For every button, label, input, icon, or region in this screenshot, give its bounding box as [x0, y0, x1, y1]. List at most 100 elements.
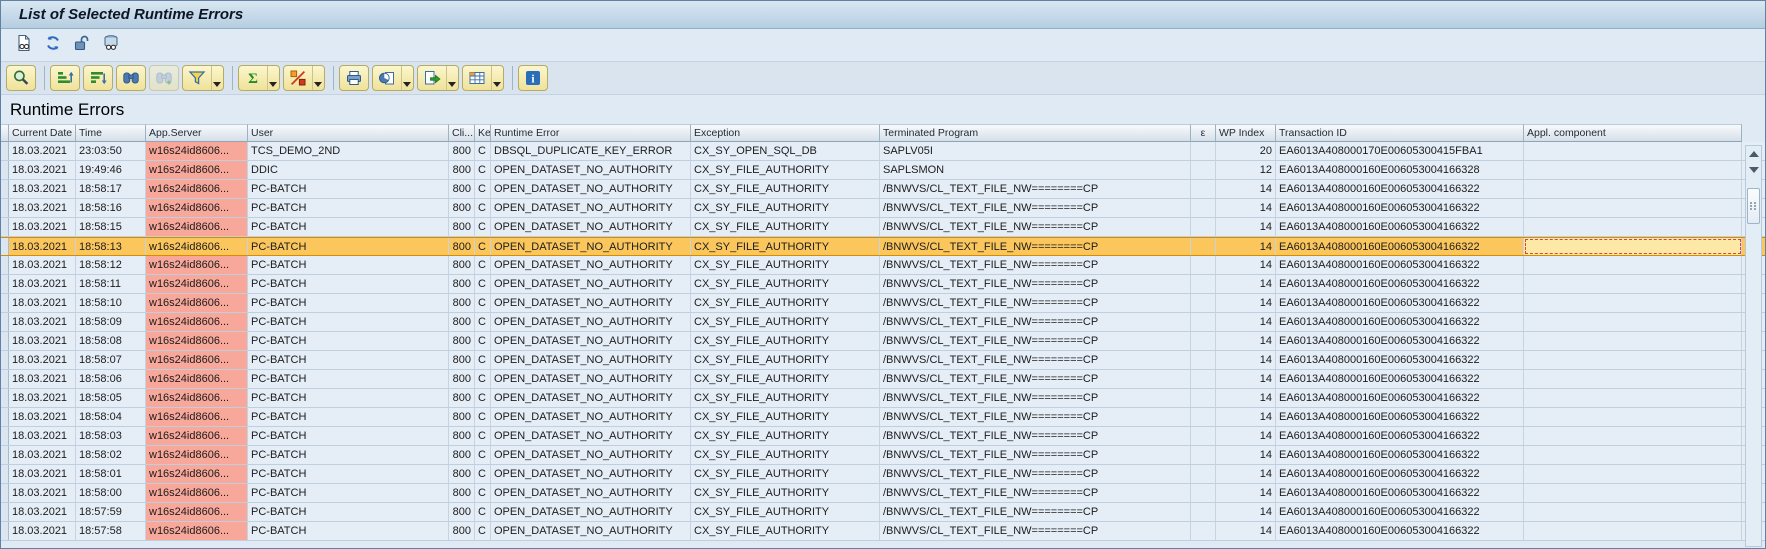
cell-wp[interactable]: 14: [1216, 389, 1276, 407]
views-button[interactable]: [372, 65, 414, 91]
cell-cli[interactable]: 800: [449, 275, 475, 293]
cell-wp[interactable]: 14: [1216, 446, 1276, 464]
column-header-ke[interactable]: Ke: [475, 124, 491, 142]
cell-time[interactable]: 18:58:03: [76, 427, 146, 445]
cell-cli[interactable]: 800: [449, 256, 475, 274]
cell-cli[interactable]: 800: [449, 332, 475, 350]
cell-txid[interactable]: EA6013A408000160E006053004166322: [1276, 465, 1524, 483]
cell-txid[interactable]: EA6013A408000160E006053004166322: [1276, 522, 1524, 540]
cell-wp[interactable]: 14: [1216, 294, 1276, 312]
cell-exception[interactable]: CX_SY_FILE_AUTHORITY: [691, 446, 880, 464]
export-button[interactable]: [417, 65, 459, 91]
row-selector[interactable]: [1, 218, 9, 236]
scroll-up-button[interactable]: [1746, 146, 1761, 162]
cell-error[interactable]: OPEN_DATASET_NO_AUTHORITY: [491, 522, 691, 540]
row-selector[interactable]: [1, 238, 9, 255]
cell-exception[interactable]: CX_SY_FILE_AUTHORITY: [691, 389, 880, 407]
cell-date[interactable]: 18.03.2021: [9, 238, 76, 255]
cell-ke[interactable]: C: [475, 218, 491, 236]
unlock-button[interactable]: [71, 34, 93, 56]
column-header-time[interactable]: Time: [76, 124, 146, 142]
cell-server[interactable]: w16s24id8606...: [146, 218, 248, 236]
cell-server[interactable]: w16s24id8606...: [146, 238, 248, 255]
cell-cli[interactable]: 800: [449, 142, 475, 160]
cell-program[interactable]: /BNWVS/CL_TEXT_FILE_NW========CP: [880, 180, 1191, 198]
cell-wp[interactable]: 14: [1216, 465, 1276, 483]
cell-server[interactable]: w16s24id8606...: [146, 275, 248, 293]
cell-appl[interactable]: [1524, 238, 1742, 255]
cell-user[interactable]: PC-BATCH: [248, 427, 449, 445]
cell-exception[interactable]: CX_SY_FILE_AUTHORITY: [691, 351, 880, 369]
cell-epsilon[interactable]: [1191, 446, 1216, 464]
cell-server[interactable]: w16s24id8606...: [146, 180, 248, 198]
cell-appl[interactable]: [1524, 465, 1742, 483]
cell-time[interactable]: 18:57:59: [76, 503, 146, 521]
cell-date[interactable]: 18.03.2021: [9, 180, 76, 198]
cell-epsilon[interactable]: [1191, 427, 1216, 445]
cell-cli[interactable]: 800: [449, 199, 475, 217]
cell-ke[interactable]: C: [475, 503, 491, 521]
cell-cli[interactable]: 800: [449, 389, 475, 407]
dropdown-arrow-icon[interactable]: [267, 66, 279, 90]
cell-appl[interactable]: [1524, 180, 1742, 198]
cell-server[interactable]: w16s24id8606...: [146, 465, 248, 483]
scrollbar-thumb[interactable]: [1747, 188, 1760, 224]
cell-error[interactable]: OPEN_DATASET_NO_AUTHORITY: [491, 465, 691, 483]
cell-epsilon[interactable]: [1191, 142, 1216, 160]
cell-cli[interactable]: 800: [449, 446, 475, 464]
cell-user[interactable]: PC-BATCH: [248, 370, 449, 388]
cell-appl[interactable]: [1524, 484, 1742, 502]
cell-server[interactable]: w16s24id8606...: [146, 332, 248, 350]
column-header-error[interactable]: Runtime Error: [491, 124, 691, 142]
cell-cli[interactable]: 800: [449, 351, 475, 369]
cell-ke[interactable]: C: [475, 275, 491, 293]
cell-time[interactable]: 18:58:15: [76, 218, 146, 236]
cell-error[interactable]: OPEN_DATASET_NO_AUTHORITY: [491, 332, 691, 350]
cell-error[interactable]: OPEN_DATASET_NO_AUTHORITY: [491, 370, 691, 388]
cell-error[interactable]: OPEN_DATASET_NO_AUTHORITY: [491, 351, 691, 369]
cell-ke[interactable]: C: [475, 199, 491, 217]
cell-error[interactable]: OPEN_DATASET_NO_AUTHORITY: [491, 408, 691, 426]
cell-exception[interactable]: CX_SY_FILE_AUTHORITY: [691, 238, 880, 255]
cell-server[interactable]: w16s24id8606...: [146, 199, 248, 217]
cell-epsilon[interactable]: [1191, 332, 1216, 350]
row-selector[interactable]: [1, 370, 9, 388]
row-selector[interactable]: [1, 446, 9, 464]
cell-epsilon[interactable]: [1191, 238, 1216, 255]
cell-error[interactable]: OPEN_DATASET_NO_AUTHORITY: [491, 427, 691, 445]
cell-program[interactable]: /BNWVS/CL_TEXT_FILE_NW========CP: [880, 218, 1191, 236]
cell-txid[interactable]: EA6013A408000160E006053004166322: [1276, 351, 1524, 369]
cell-server[interactable]: w16s24id8606...: [146, 522, 248, 540]
cell-date[interactable]: 18.03.2021: [9, 294, 76, 312]
cell-time[interactable]: 18:58:08: [76, 332, 146, 350]
cell-error[interactable]: DBSQL_DUPLICATE_KEY_ERROR: [491, 142, 691, 160]
display-dump-button[interactable]: [13, 34, 35, 56]
cell-time[interactable]: 18:58:16: [76, 199, 146, 217]
cell-appl[interactable]: [1524, 256, 1742, 274]
cell-time[interactable]: 18:58:05: [76, 389, 146, 407]
cell-program[interactable]: /BNWVS/CL_TEXT_FILE_NW========CP: [880, 351, 1191, 369]
cell-ke[interactable]: C: [475, 484, 491, 502]
cell-wp[interactable]: 14: [1216, 275, 1276, 293]
column-header-cli[interactable]: Cli...: [449, 124, 475, 142]
cell-exception[interactable]: CX_SY_FILE_AUTHORITY: [691, 484, 880, 502]
cell-user[interactable]: PC-BATCH: [248, 218, 449, 236]
cell-server[interactable]: w16s24id8606...: [146, 294, 248, 312]
cell-txid[interactable]: EA6013A408000160E006053004166322: [1276, 294, 1524, 312]
cell-date[interactable]: 18.03.2021: [9, 161, 76, 179]
database-list-button[interactable]: [100, 34, 122, 56]
cell-error[interactable]: OPEN_DATASET_NO_AUTHORITY: [491, 446, 691, 464]
cell-epsilon[interactable]: [1191, 389, 1216, 407]
cell-ke[interactable]: C: [475, 313, 491, 331]
cell-server[interactable]: w16s24id8606...: [146, 313, 248, 331]
cell-epsilon[interactable]: [1191, 218, 1216, 236]
refresh-button[interactable]: [42, 34, 64, 56]
cell-user[interactable]: PC-BATCH: [248, 313, 449, 331]
cell-txid[interactable]: EA6013A408000160E006053004166322: [1276, 275, 1524, 293]
cell-txid[interactable]: EA6013A408000160E006053004166328: [1276, 161, 1524, 179]
cell-ke[interactable]: C: [475, 351, 491, 369]
sort-ascending-button[interactable]: [50, 65, 80, 91]
cell-program[interactable]: /BNWVS/CL_TEXT_FILE_NW========CP: [880, 199, 1191, 217]
cell-txid[interactable]: EA6013A408000160E006053004166322: [1276, 256, 1524, 274]
cell-epsilon[interactable]: [1191, 522, 1216, 540]
